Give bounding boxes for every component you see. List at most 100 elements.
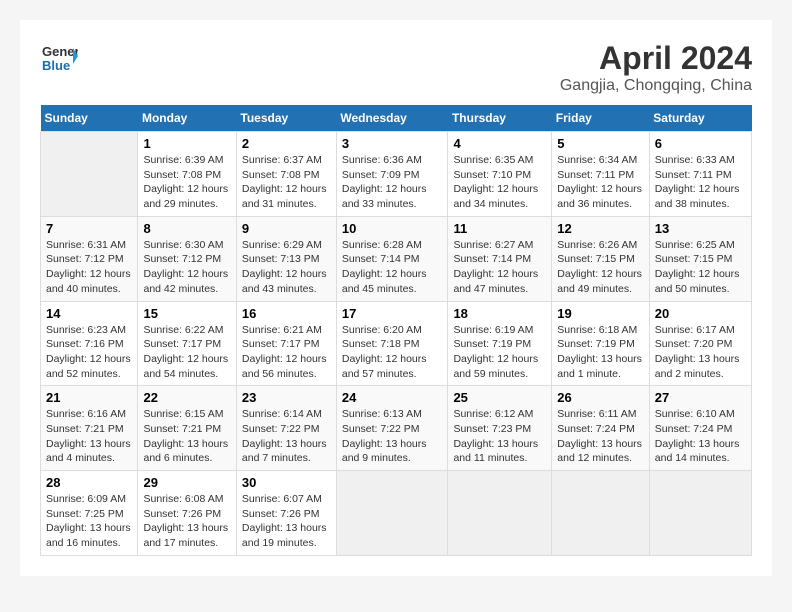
- day-number: 6: [655, 136, 746, 151]
- weekday-header: Saturday: [649, 105, 751, 132]
- calendar-cell: 20 Sunrise: 6:17 AMSunset: 7:20 PMDayligh…: [649, 301, 751, 386]
- weekday-header: Friday: [552, 105, 649, 132]
- day-number: 17: [342, 306, 443, 321]
- day-number: 7: [46, 221, 132, 236]
- day-info: Sunrise: 6:12 AMSunset: 7:23 PMDaylight:…: [453, 407, 546, 466]
- day-number: 9: [242, 221, 331, 236]
- day-number: 26: [557, 390, 643, 405]
- calendar-week-row: 14 Sunrise: 6:23 AMSunset: 7:16 PMDayligh…: [41, 301, 752, 386]
- day-info: Sunrise: 6:36 AMSunset: 7:09 PMDaylight:…: [342, 153, 443, 212]
- calendar-cell: 15 Sunrise: 6:22 AMSunset: 7:17 PMDayligh…: [138, 301, 236, 386]
- day-info: Sunrise: 6:11 AMSunset: 7:24 PMDaylight:…: [557, 407, 643, 466]
- day-info: Sunrise: 6:18 AMSunset: 7:19 PMDaylight:…: [557, 323, 643, 382]
- day-number: 22: [143, 390, 230, 405]
- calendar-cell: 14 Sunrise: 6:23 AMSunset: 7:16 PMDayligh…: [41, 301, 138, 386]
- day-info: Sunrise: 6:26 AMSunset: 7:15 PMDaylight:…: [557, 238, 643, 297]
- calendar-cell: 6 Sunrise: 6:33 AMSunset: 7:11 PMDaylight…: [649, 132, 751, 217]
- calendar-cell: 4Sunrise: 6:35 AMSunset: 7:10 PMDaylight…: [448, 132, 552, 217]
- day-info: Sunrise: 6:37 AMSunset: 7:08 PMDaylight:…: [242, 153, 331, 212]
- day-info: Sunrise: 6:14 AMSunset: 7:22 PMDaylight:…: [242, 407, 331, 466]
- calendar-cell: 10 Sunrise: 6:28 AMSunset: 7:14 PMDayligh…: [336, 216, 448, 301]
- day-number: 24: [342, 390, 443, 405]
- svg-text:Blue: Blue: [42, 58, 70, 73]
- calendar-cell: 9Sunrise: 6:29 AMSunset: 7:13 PMDaylight…: [236, 216, 336, 301]
- day-number: 2: [242, 136, 331, 151]
- calendar-cell: 27 Sunrise: 6:10 AMSunset: 7:24 PMDayligh…: [649, 386, 751, 471]
- day-info: Sunrise: 6:30 AMSunset: 7:12 PMDaylight:…: [143, 238, 230, 297]
- day-number: 25: [453, 390, 546, 405]
- calendar-cell: [649, 471, 751, 556]
- weekday-header: Tuesday: [236, 105, 336, 132]
- calendar-cell: 5Sunrise: 6:34 AMSunset: 7:11 PMDaylight…: [552, 132, 649, 217]
- svg-text:General: General: [42, 44, 78, 59]
- calendar-cell: 13Sunrise: 6:25 AMSunset: 7:15 PMDayligh…: [649, 216, 751, 301]
- weekday-header: Sunday: [41, 105, 138, 132]
- logo: General Blue: [40, 40, 78, 83]
- day-info: Sunrise: 6:22 AMSunset: 7:17 PMDaylight:…: [143, 323, 230, 382]
- day-number: 21: [46, 390, 132, 405]
- calendar-cell: 2 Sunrise: 6:37 AMSunset: 7:08 PMDaylight…: [236, 132, 336, 217]
- calendar-cell: [41, 132, 138, 217]
- calendar-week-row: 21 Sunrise: 6:16 AMSunset: 7:21 PMDayligh…: [41, 386, 752, 471]
- day-info: Sunrise: 6:28 AMSunset: 7:14 PMDaylight:…: [342, 238, 443, 297]
- day-number: 13: [655, 221, 746, 236]
- calendar-cell: 23 Sunrise: 6:14 AMSunset: 7:22 PMDayligh…: [236, 386, 336, 471]
- day-number: 8: [143, 221, 230, 236]
- day-info: Sunrise: 6:09 AMSunset: 7:25 PMDaylight:…: [46, 492, 132, 551]
- logo-graphic: General Blue: [40, 40, 78, 83]
- day-number: 29: [143, 475, 230, 490]
- day-number: 28: [46, 475, 132, 490]
- calendar-cell: 19 Sunrise: 6:18 AMSunset: 7:19 PMDayligh…: [552, 301, 649, 386]
- day-info: Sunrise: 6:10 AMSunset: 7:24 PMDaylight:…: [655, 407, 746, 466]
- calendar-cell: 7 Sunrise: 6:31 AMSunset: 7:12 PMDaylight…: [41, 216, 138, 301]
- calendar-cell: 16 Sunrise: 6:21 AMSunset: 7:17 PMDayligh…: [236, 301, 336, 386]
- day-info: Sunrise: 6:35 AMSunset: 7:10 PMDaylight:…: [453, 153, 546, 212]
- day-info: Sunrise: 6:23 AMSunset: 7:16 PMDaylight:…: [46, 323, 132, 382]
- day-number: 16: [242, 306, 331, 321]
- day-number: 5: [557, 136, 643, 151]
- day-number: 18: [453, 306, 546, 321]
- day-number: 15: [143, 306, 230, 321]
- calendar-cell: 30 Sunrise: 6:07 AMSunset: 7:26 PMDayligh…: [236, 471, 336, 556]
- day-number: 23: [242, 390, 331, 405]
- calendar-cell: [448, 471, 552, 556]
- day-number: 19: [557, 306, 643, 321]
- calendar-cell: 29Sunrise: 6:08 AMSunset: 7:26 PMDayligh…: [138, 471, 236, 556]
- day-info: Sunrise: 6:21 AMSunset: 7:17 PMDaylight:…: [242, 323, 331, 382]
- calendar-week-row: 7 Sunrise: 6:31 AMSunset: 7:12 PMDaylight…: [41, 216, 752, 301]
- day-info: Sunrise: 6:17 AMSunset: 7:20 PMDaylight:…: [655, 323, 746, 382]
- day-info: Sunrise: 6:20 AMSunset: 7:18 PMDaylight:…: [342, 323, 443, 382]
- calendar-cell: 25 Sunrise: 6:12 AMSunset: 7:23 PMDayligh…: [448, 386, 552, 471]
- day-number: 10: [342, 221, 443, 236]
- day-number: 12: [557, 221, 643, 236]
- page-subtitle: Gangjia, Chongqing, China: [560, 77, 752, 95]
- main-container: General Blue April 2024 Gangjia, Chongqi…: [20, 20, 772, 576]
- calendar-cell: [336, 471, 448, 556]
- day-info: Sunrise: 6:07 AMSunset: 7:26 PMDaylight:…: [242, 492, 331, 551]
- weekday-header: Thursday: [448, 105, 552, 132]
- calendar-cell: 26 Sunrise: 6:11 AMSunset: 7:24 PMDayligh…: [552, 386, 649, 471]
- day-info: Sunrise: 6:19 AMSunset: 7:19 PMDaylight:…: [453, 323, 546, 382]
- day-number: 20: [655, 306, 746, 321]
- calendar-cell: 8 Sunrise: 6:30 AMSunset: 7:12 PMDaylight…: [138, 216, 236, 301]
- day-number: 14: [46, 306, 132, 321]
- day-number: 27: [655, 390, 746, 405]
- day-info: Sunrise: 6:33 AMSunset: 7:11 PMDaylight:…: [655, 153, 746, 212]
- calendar-week-row: 28 Sunrise: 6:09 AMSunset: 7:25 PMDayligh…: [41, 471, 752, 556]
- day-info: Sunrise: 6:39 AMSunset: 7:08 PMDaylight:…: [143, 153, 230, 212]
- day-number: 30: [242, 475, 331, 490]
- day-info: Sunrise: 6:16 AMSunset: 7:21 PMDaylight:…: [46, 407, 132, 466]
- calendar-cell: 1 Sunrise: 6:39 AMSunset: 7:08 PMDaylight…: [138, 132, 236, 217]
- calendar-table: SundayMondayTuesdayWednesdayThursdayFrid…: [40, 105, 752, 556]
- day-info: Sunrise: 6:15 AMSunset: 7:21 PMDaylight:…: [143, 407, 230, 466]
- day-number: 1: [143, 136, 230, 151]
- day-info: Sunrise: 6:31 AMSunset: 7:12 PMDaylight:…: [46, 238, 132, 297]
- calendar-cell: 3Sunrise: 6:36 AMSunset: 7:09 PMDaylight…: [336, 132, 448, 217]
- title-area: April 2024 Gangjia, Chongqing, China: [560, 40, 752, 95]
- header: General Blue April 2024 Gangjia, Chongqi…: [40, 40, 752, 95]
- weekday-header: Wednesday: [336, 105, 448, 132]
- day-info: Sunrise: 6:13 AMSunset: 7:22 PMDaylight:…: [342, 407, 443, 466]
- calendar-cell: 21 Sunrise: 6:16 AMSunset: 7:21 PMDayligh…: [41, 386, 138, 471]
- calendar-cell: 24 Sunrise: 6:13 AMSunset: 7:22 PMDayligh…: [336, 386, 448, 471]
- calendar-cell: 18 Sunrise: 6:19 AMSunset: 7:19 PMDayligh…: [448, 301, 552, 386]
